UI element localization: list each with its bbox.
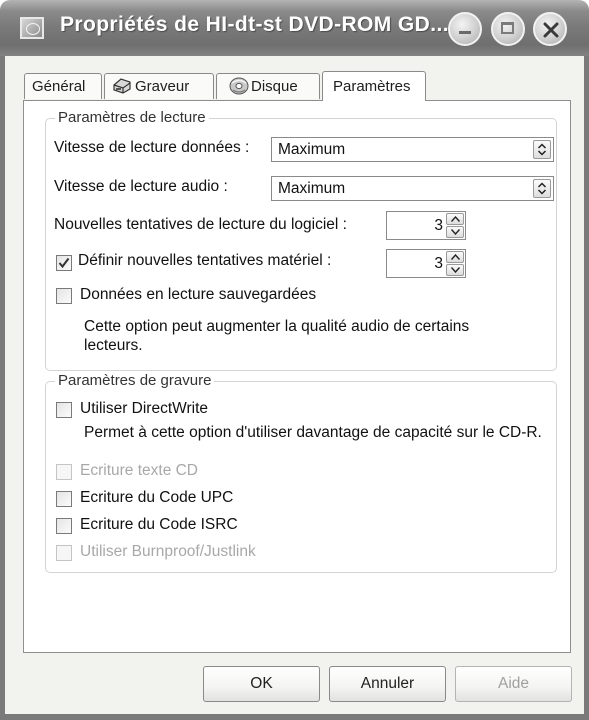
- arrow-up-icon: [451, 216, 460, 222]
- audio-speed-select[interactable]: Maximum: [271, 176, 554, 201]
- software-retries-value: 3: [434, 217, 443, 234]
- tab-general[interactable]: Général: [24, 73, 102, 99]
- burnproof-checkbox[interactable]: [56, 545, 72, 561]
- data-speed-select[interactable]: Maximum: [271, 137, 554, 162]
- audio-speed-value: Maximum: [278, 180, 346, 197]
- ok-button[interactable]: OK: [203, 666, 320, 702]
- cancel-button[interactable]: Annuler: [329, 666, 446, 702]
- checkmark-icon: [58, 257, 70, 269]
- isrc-code-checkbox[interactable]: [56, 518, 72, 534]
- tab-label: Graveur: [135, 78, 190, 95]
- close-icon: [543, 22, 559, 38]
- spin-down-button[interactable]: [446, 264, 464, 276]
- tab-disc[interactable]: Disque: [216, 73, 320, 99]
- buffered-reading-label[interactable]: Données en lecture sauvegardées: [80, 286, 316, 304]
- burnproof-label: Utiliser Burnproof/Justlink: [80, 543, 256, 560]
- audio-speed-label: Vitesse de lecture audio :: [54, 178, 228, 195]
- updown-chevron-icon: [537, 182, 547, 195]
- settings-tab-panel: Paramètres de lecture Vitesse de lecture…: [23, 100, 571, 653]
- isrc-code-label[interactable]: Ecriture du Code ISRC: [80, 516, 238, 534]
- tab-settings[interactable]: Paramètres: [322, 71, 426, 101]
- cd-text-label: Ecriture texte CD: [80, 462, 199, 479]
- title-bar[interactable]: Propriétés de HI-dt-st DVD-ROM GD...: [0, 0, 589, 56]
- data-speed-value: Maximum: [278, 141, 346, 158]
- properties-dialog: Propriétés de HI-dt-st DVD-ROM GD... Gén…: [0, 0, 589, 720]
- group-title: Paramètres de gravure: [55, 372, 215, 389]
- directwrite-label[interactable]: Utiliser DirectWrite: [80, 400, 208, 418]
- software-retries-spinner[interactable]: 3: [386, 211, 466, 240]
- data-speed-label: Vitesse de lecture données :: [54, 139, 250, 156]
- hardware-retries-checkbox[interactable]: [56, 255, 72, 271]
- burner-icon: [113, 78, 131, 94]
- spin-down-button[interactable]: [446, 226, 464, 238]
- directwrite-description: Permet à cette option d'utiliser davanta…: [84, 424, 542, 441]
- cd-text-checkbox[interactable]: [56, 464, 72, 480]
- arrow-down-icon: [451, 229, 460, 235]
- maximize-button[interactable]: [491, 12, 525, 46]
- directwrite-checkbox[interactable]: [56, 402, 72, 418]
- group-title: Paramètres de lecture: [55, 109, 209, 126]
- window-title: Propriétés de HI-dt-st DVD-ROM GD...: [60, 13, 449, 36]
- spin-up-button[interactable]: [446, 213, 464, 225]
- arrow-up-icon: [451, 254, 460, 260]
- hardware-retries-label[interactable]: Définir nouvelles tentatives matériel :: [78, 252, 331, 270]
- upc-code-checkbox[interactable]: [56, 491, 72, 507]
- software-retries-label: Nouvelles tentatives de lecture du logic…: [54, 216, 347, 233]
- minimize-button[interactable]: [448, 12, 482, 46]
- help-button[interactable]: Aide: [455, 666, 572, 702]
- spin-up-button[interactable]: [446, 251, 464, 263]
- buffered-reading-checkbox[interactable]: [56, 288, 72, 304]
- updown-chevron-icon: [537, 143, 547, 156]
- hardware-retries-value: 3: [434, 255, 443, 272]
- disc-icon: [229, 77, 249, 95]
- tab-label: Disque: [251, 78, 298, 95]
- dropdown-button[interactable]: [533, 179, 551, 198]
- close-button[interactable]: [533, 12, 567, 46]
- tab-burner[interactable]: Graveur: [104, 73, 214, 99]
- tab-label: Paramètres: [333, 78, 411, 95]
- drive-properties-icon: [20, 17, 44, 39]
- dropdown-button[interactable]: [533, 140, 551, 159]
- upc-code-label[interactable]: Ecriture du Code UPC: [80, 489, 233, 507]
- arrow-down-icon: [451, 267, 460, 273]
- tab-label: Général: [32, 78, 86, 95]
- buffered-reading-description: Cette option peut augmenter la qualité a…: [84, 318, 470, 354]
- hardware-retries-spinner[interactable]: 3: [386, 249, 466, 278]
